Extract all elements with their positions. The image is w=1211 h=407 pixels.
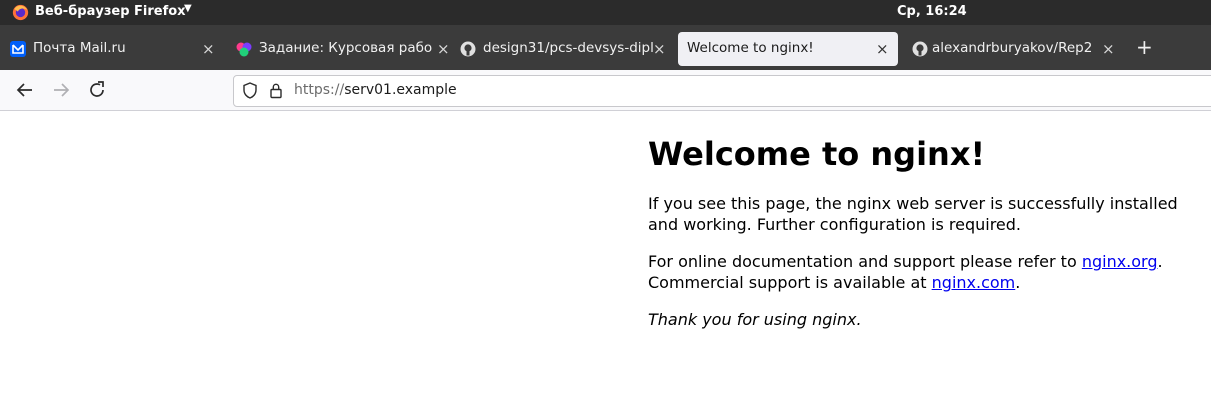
url-text[interactable]: https://serv01.example (294, 82, 457, 98)
docs-text: For online documentation and support ple… (648, 252, 1082, 271)
reload-icon[interactable] (87, 80, 107, 100)
system-top-bar: Веб-браузер Firefox ▼ Ср, 16:24 (0, 0, 1211, 25)
clock[interactable]: Ср, 16:24 (897, 4, 967, 19)
url-host: serv01.example (344, 82, 457, 98)
chevron-down-icon[interactable]: ▼ (184, 3, 192, 14)
firefox-icon[interactable] (12, 4, 29, 21)
close-icon[interactable]: × (1102, 40, 1115, 58)
nginx-org-link[interactable]: nginx.org (1082, 252, 1158, 271)
tab-title: Почта Mail.ru (33, 40, 126, 56)
new-tab-button[interactable]: + (1136, 35, 1153, 59)
close-icon[interactable]: × (653, 40, 666, 58)
tab-mail[interactable]: Почта Mail.ru × (0, 32, 225, 66)
intro-paragraph: If you see this page, the nginx web serv… (648, 194, 1178, 234)
tab-title: Welcome to nginx! (687, 40, 814, 56)
shield-icon[interactable] (242, 82, 258, 99)
nginx-welcome: Welcome to nginx! If you see this page, … (648, 111, 1208, 330)
site-logo-icon (236, 42, 252, 57)
tab-github-design31[interactable]: design31/pcs-devsys-dipl × (450, 32, 675, 66)
tab-assignment[interactable]: Задание: Курсовая рабо × (226, 32, 451, 66)
tab-title: Задание: Курсовая рабо (259, 40, 433, 56)
github-icon (912, 41, 928, 57)
github-icon (460, 41, 476, 57)
mail-icon (10, 41, 26, 57)
docs-paragraph: For online documentation and support ple… (648, 251, 1208, 293)
tab-github-alexandr[interactable]: alexandrburyakov/Rep2 × (902, 32, 1122, 66)
navigation-bar: https://serv01.example (0, 70, 1211, 111)
tab-title: design31/pcs-devsys-dipl (483, 40, 654, 56)
tab-title: alexandrburyakov/Rep2 (932, 40, 1093, 56)
close-icon[interactable]: × (876, 40, 889, 58)
tab-strip: Почта Mail.ru × Задание: Курсовая рабо ×… (0, 25, 1211, 70)
url-scheme: https:// (294, 82, 345, 98)
forward-arrow-icon[interactable] (51, 80, 71, 100)
close-icon[interactable]: × (437, 40, 450, 58)
commercial-text: Commercial support is available at (648, 273, 932, 292)
commercial-period: . (1015, 273, 1021, 292)
nginx-com-link[interactable]: nginx.com (932, 273, 1016, 292)
docs-period: . (1157, 252, 1163, 271)
close-icon[interactable]: × (202, 40, 215, 58)
address-bar[interactable]: https://serv01.example (233, 75, 1211, 107)
tab-nginx-active[interactable]: Welcome to nginx! × (678, 32, 898, 66)
page-content: Welcome to nginx! If you see this page, … (0, 111, 1211, 407)
app-menu-label[interactable]: Веб-браузер Firefox (35, 4, 186, 19)
lock-icon[interactable] (269, 82, 283, 99)
thanks-paragraph: Thank you for using nginx. (648, 310, 862, 329)
page-heading: Welcome to nginx! (648, 135, 986, 173)
back-arrow-icon[interactable] (15, 80, 35, 100)
